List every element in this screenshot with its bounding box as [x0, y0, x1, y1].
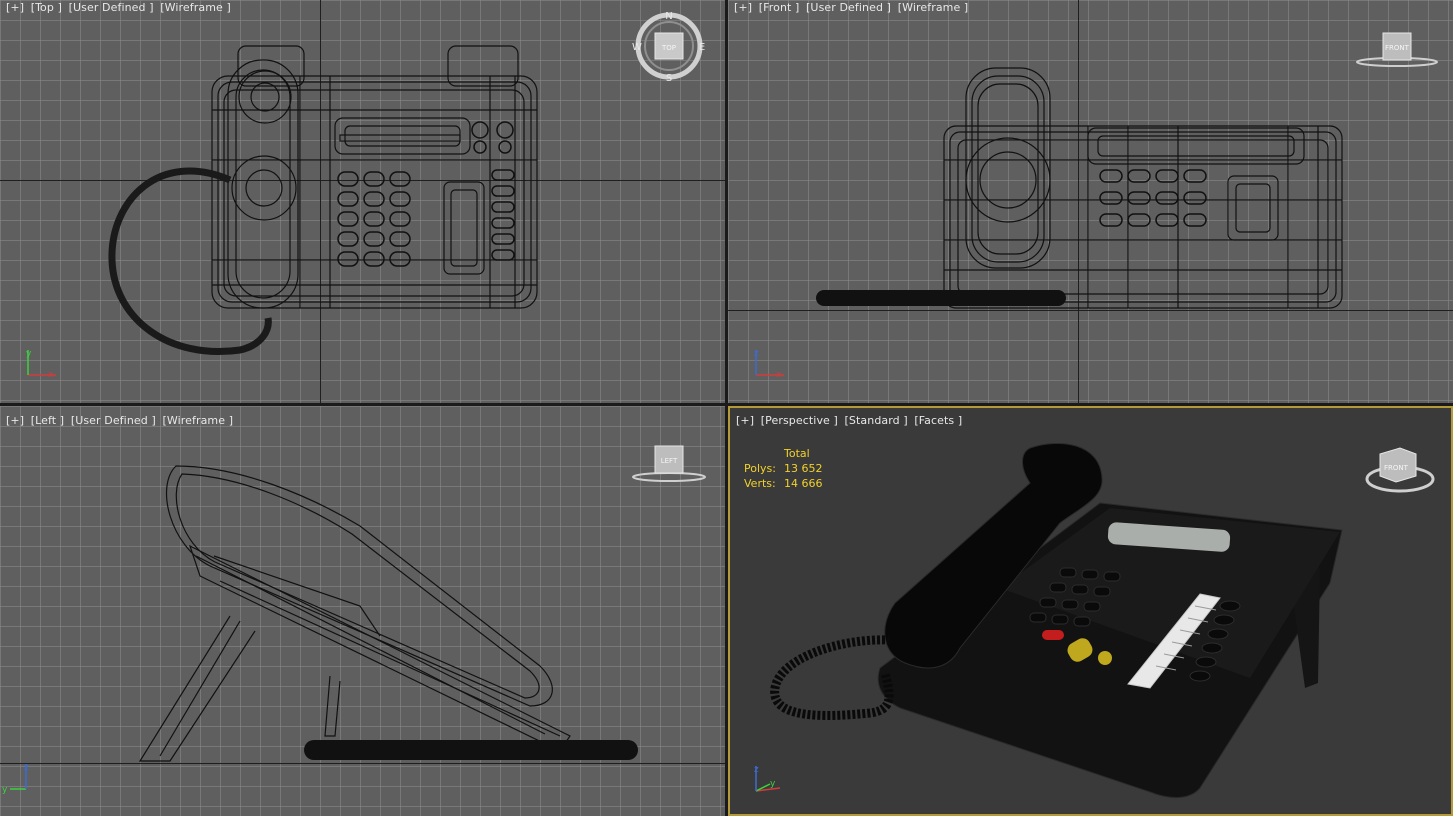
axis-tripod-icon: z y: [754, 765, 781, 792]
yellow-round-key: [1098, 651, 1112, 665]
viewcube-face-label: FRONT: [1384, 464, 1409, 472]
phone-wireframe-top: TOP N S W E y x: [26, 11, 705, 380]
axis-tripod-icon: y x: [26, 349, 56, 380]
compass-west: W: [632, 42, 642, 53]
viewport-left[interactable]: [+] [Left ] [User Defined ] [Wireframe ]…: [0, 406, 725, 816]
viewcube-face-label: TOP: [661, 44, 676, 52]
svg-text:z: z: [24, 763, 29, 773]
phone-wireframe-front: FRONT z x: [754, 32, 1438, 380]
viewcube-front[interactable]: FRONT: [1356, 32, 1438, 67]
red-key: [1042, 630, 1064, 640]
compass-east: E: [699, 42, 705, 53]
svg-text:y: y: [2, 785, 8, 795]
coiled-cord: [770, 635, 894, 720]
axis-tripod-icon: z y: [2, 763, 29, 795]
viewport-top[interactable]: [+] [Top ] [User Defined ] [Wireframe ]: [0, 0, 725, 403]
phone-wireframe-left: LEFT z y: [2, 445, 706, 795]
svg-text:y: y: [770, 779, 776, 789]
viewcube-perspective[interactable]: FRONT: [1365, 447, 1435, 493]
viewport-front[interactable]: [+] [Front ] [User Defined ] [Wireframe …: [728, 0, 1453, 403]
viewcube-left[interactable]: LEFT: [632, 445, 706, 482]
viewport-perspective[interactable]: [+] [Perspective ] [Standard ] [Facets ]…: [728, 406, 1453, 816]
svg-text:y: y: [26, 349, 32, 359]
svg-text:z: z: [754, 765, 759, 775]
svg-text:x: x: [776, 370, 782, 380]
svg-text:x: x: [48, 370, 54, 380]
compass-north: N: [665, 11, 672, 22]
viewcube-face-label: FRONT: [1385, 44, 1410, 52]
axis-tripod-icon: z x: [754, 349, 784, 380]
viewcube-face-label: LEFT: [661, 457, 678, 465]
keypad-wire: [337, 121, 515, 267]
svg-text:z: z: [754, 349, 759, 359]
phone-render-perspective: FRONT z y: [754, 442, 1435, 798]
compass-south: S: [666, 73, 672, 84]
viewcube-top[interactable]: TOP N S W E: [632, 11, 705, 84]
